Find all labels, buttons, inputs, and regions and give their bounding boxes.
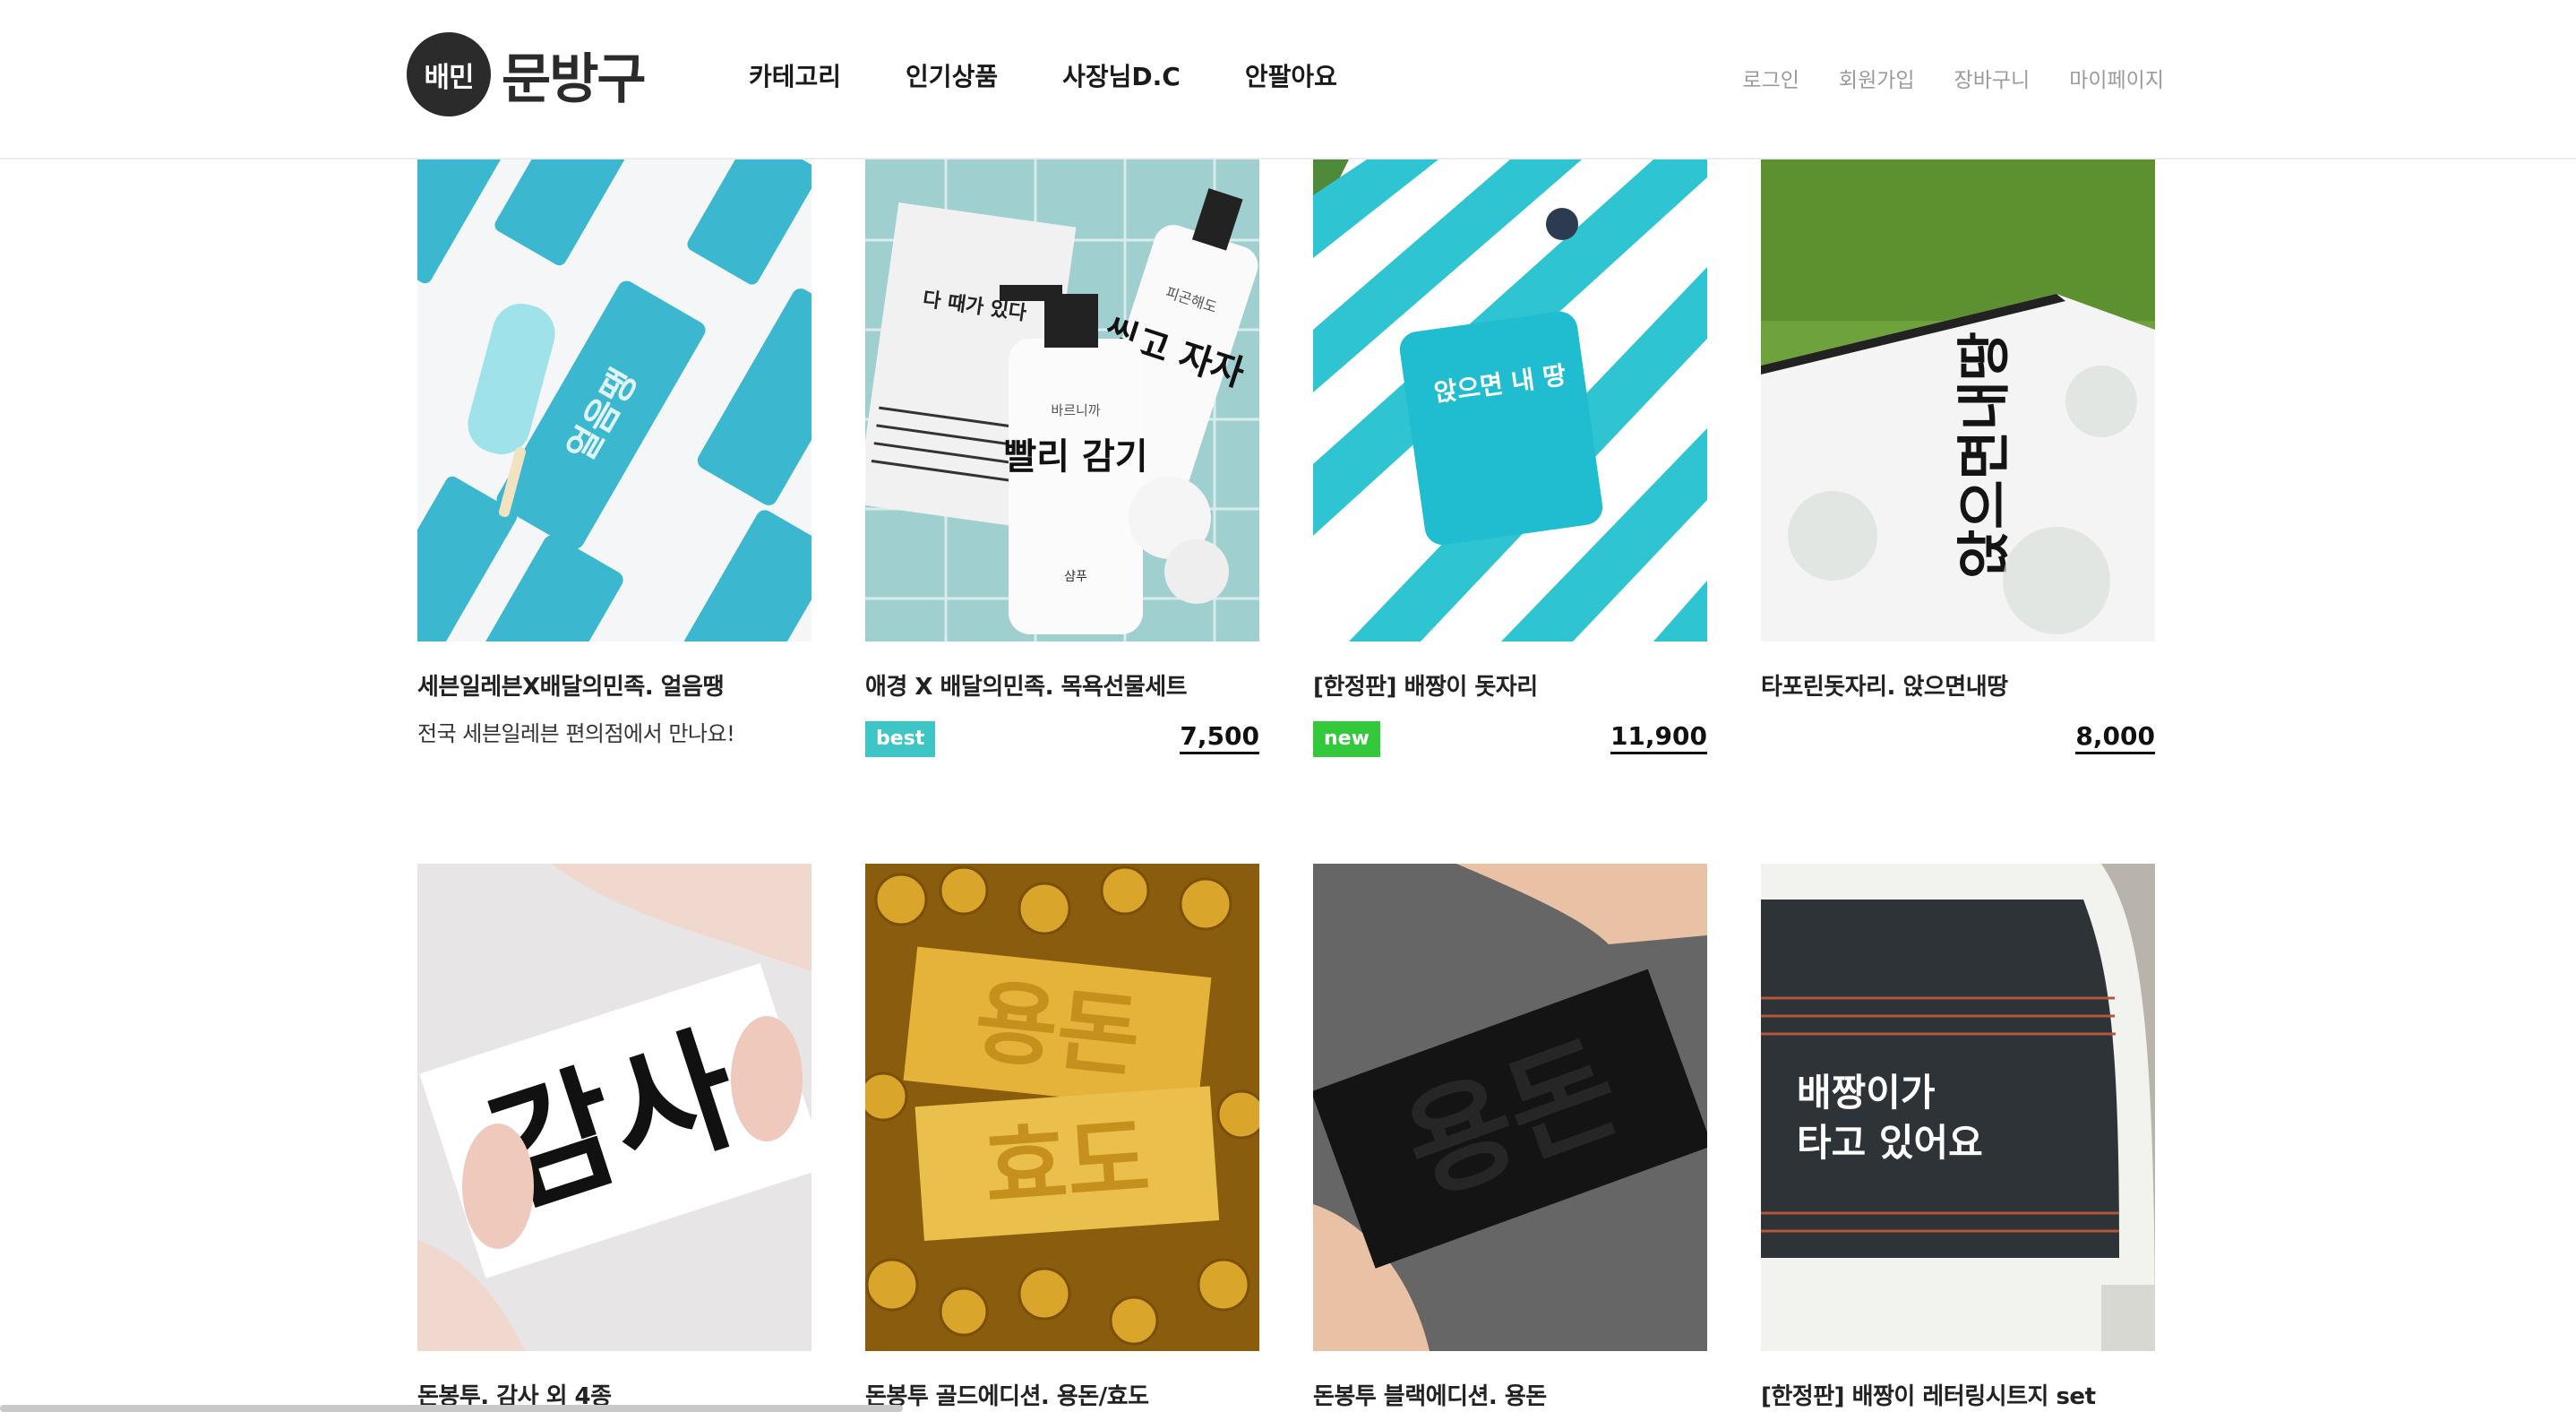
- product-meta: best 7,500: [865, 719, 1259, 759]
- product-price: 7,500: [1180, 721, 1259, 754]
- product-card[interactable]: 앉으면내땅 타포린돗자리. 앉으면내땅 8,000: [1761, 159, 2155, 759]
- site-header: 배민 문방구 카테고리 인기상품 사장님D.C 안팔아요 로그인 회원가입 장바…: [0, 0, 2576, 159]
- product-image-gold-envelope[interactable]: 용돈 효도: [865, 864, 1259, 1351]
- product-image-striped-mat[interactable]: 앉으면 내 땅: [1313, 159, 1707, 641]
- nav-boss-dc[interactable]: 사장님D.C: [1062, 57, 1181, 93]
- product-title[interactable]: 돈봉투 블랙에디션. 용돈: [1313, 1378, 1707, 1411]
- product-subtitle: 전국 세븐일레븐 편의점에서 만나요!: [417, 721, 735, 746]
- product-title[interactable]: [한정판] 배짱이 레터링시트지 set: [1761, 1378, 2155, 1411]
- shampoo-top-text: 바르니까: [1051, 402, 1100, 418]
- logo-badge: 배민: [407, 32, 491, 116]
- product-title[interactable]: 타포린돗자리. 앉으면내땅: [1761, 668, 2155, 702]
- product-image-car-sticker[interactable]: 배짱이가 타고 있어요: [1761, 864, 2155, 1351]
- product-image-black-envelope[interactable]: 용돈: [1313, 864, 1707, 1351]
- product-image-bath-set[interactable]: 다 때가 있다 피곤해도 씻고 자자 바르니까 빨리 감기 샴푸: [865, 159, 1259, 641]
- product-card[interactable]: 배짱이가 타고 있어요 [한정판] 배짱이 레터링시트지 set: [1761, 864, 2155, 1411]
- nav-popular[interactable]: 인기상품: [906, 57, 998, 93]
- product-card[interactable]: 얼음땡 세븐일레븐X배달의민족. 얼음땡 전국 세븐일레븐 편의점에서 만나요!: [417, 159, 811, 747]
- nav-category[interactable]: 카테고리: [749, 57, 841, 93]
- signup-link[interactable]: 회원가입: [1839, 63, 1915, 93]
- mat-text: 앉으면내땅: [1953, 331, 2016, 579]
- nav-not-for-sale[interactable]: 안팔아요: [1245, 57, 1337, 93]
- product-meta: 8,000: [1761, 719, 2155, 759]
- product-card[interactable]: 앉으면 내 땅 [한정판] 배짱이 돗자리 new 11,900: [1313, 159, 1707, 759]
- product-image-popsicle[interactable]: 얼음땡: [417, 159, 811, 641]
- site-logo[interactable]: 배민 문방구: [407, 32, 647, 116]
- new-badge: new: [1313, 721, 1380, 757]
- login-link[interactable]: 로그인: [1742, 63, 1799, 93]
- gold-envelope-text-2: 효도: [982, 1106, 1154, 1222]
- product-card[interactable]: 용돈 효도 돈봉투 골드에디션. 용돈/효도: [865, 864, 1259, 1411]
- product-title[interactable]: 세븐일레븐X배달의민족. 얼음땡: [417, 668, 811, 702]
- main-nav: 카테고리 인기상품 사장님D.C 안팔아요: [749, 57, 1337, 93]
- horizontal-scrollbar[interactable]: [0, 1405, 903, 1412]
- user-nav: 로그인 회원가입 장바구니 마이페이지: [1742, 63, 2164, 93]
- product-meta: new 11,900: [1313, 719, 1707, 759]
- product-price: 11,900: [1610, 721, 1707, 754]
- product-card[interactable]: 용돈 돈봉투 블랙에디션. 용돈: [1313, 864, 1707, 1411]
- product-card[interactable]: 감사 돈봉투. 감사 외 4종: [417, 864, 811, 1411]
- shampoo-bottom-text: 샴푸: [1064, 570, 1087, 584]
- product-card[interactable]: 다 때가 있다 피곤해도 씻고 자자 바르니까 빨리 감기 샴푸 애경 X 배달…: [865, 159, 1259, 759]
- product-title[interactable]: [한정판] 배짱이 돗자리: [1313, 668, 1707, 702]
- shampoo-text: 빨리 감기: [1003, 436, 1147, 478]
- mypage-link[interactable]: 마이페이지: [2069, 63, 2164, 93]
- product-price: 8,000: [2075, 721, 2155, 754]
- product-title[interactable]: 애경 X 배달의민족. 목욕선물세트: [865, 668, 1259, 702]
- gold-envelope-text-1: 용돈: [970, 969, 1145, 1090]
- product-image-tarpaulin-mat[interactable]: 앉으면내땅: [1761, 159, 2155, 641]
- product-title[interactable]: 돈봉투 골드에디션. 용돈/효도: [865, 1378, 1259, 1411]
- cart-link[interactable]: 장바구니: [1954, 63, 2031, 93]
- product-image-thanks-envelope[interactable]: 감사: [417, 864, 811, 1351]
- logo-text: 문방구: [502, 47, 647, 111]
- best-badge: best: [865, 721, 936, 757]
